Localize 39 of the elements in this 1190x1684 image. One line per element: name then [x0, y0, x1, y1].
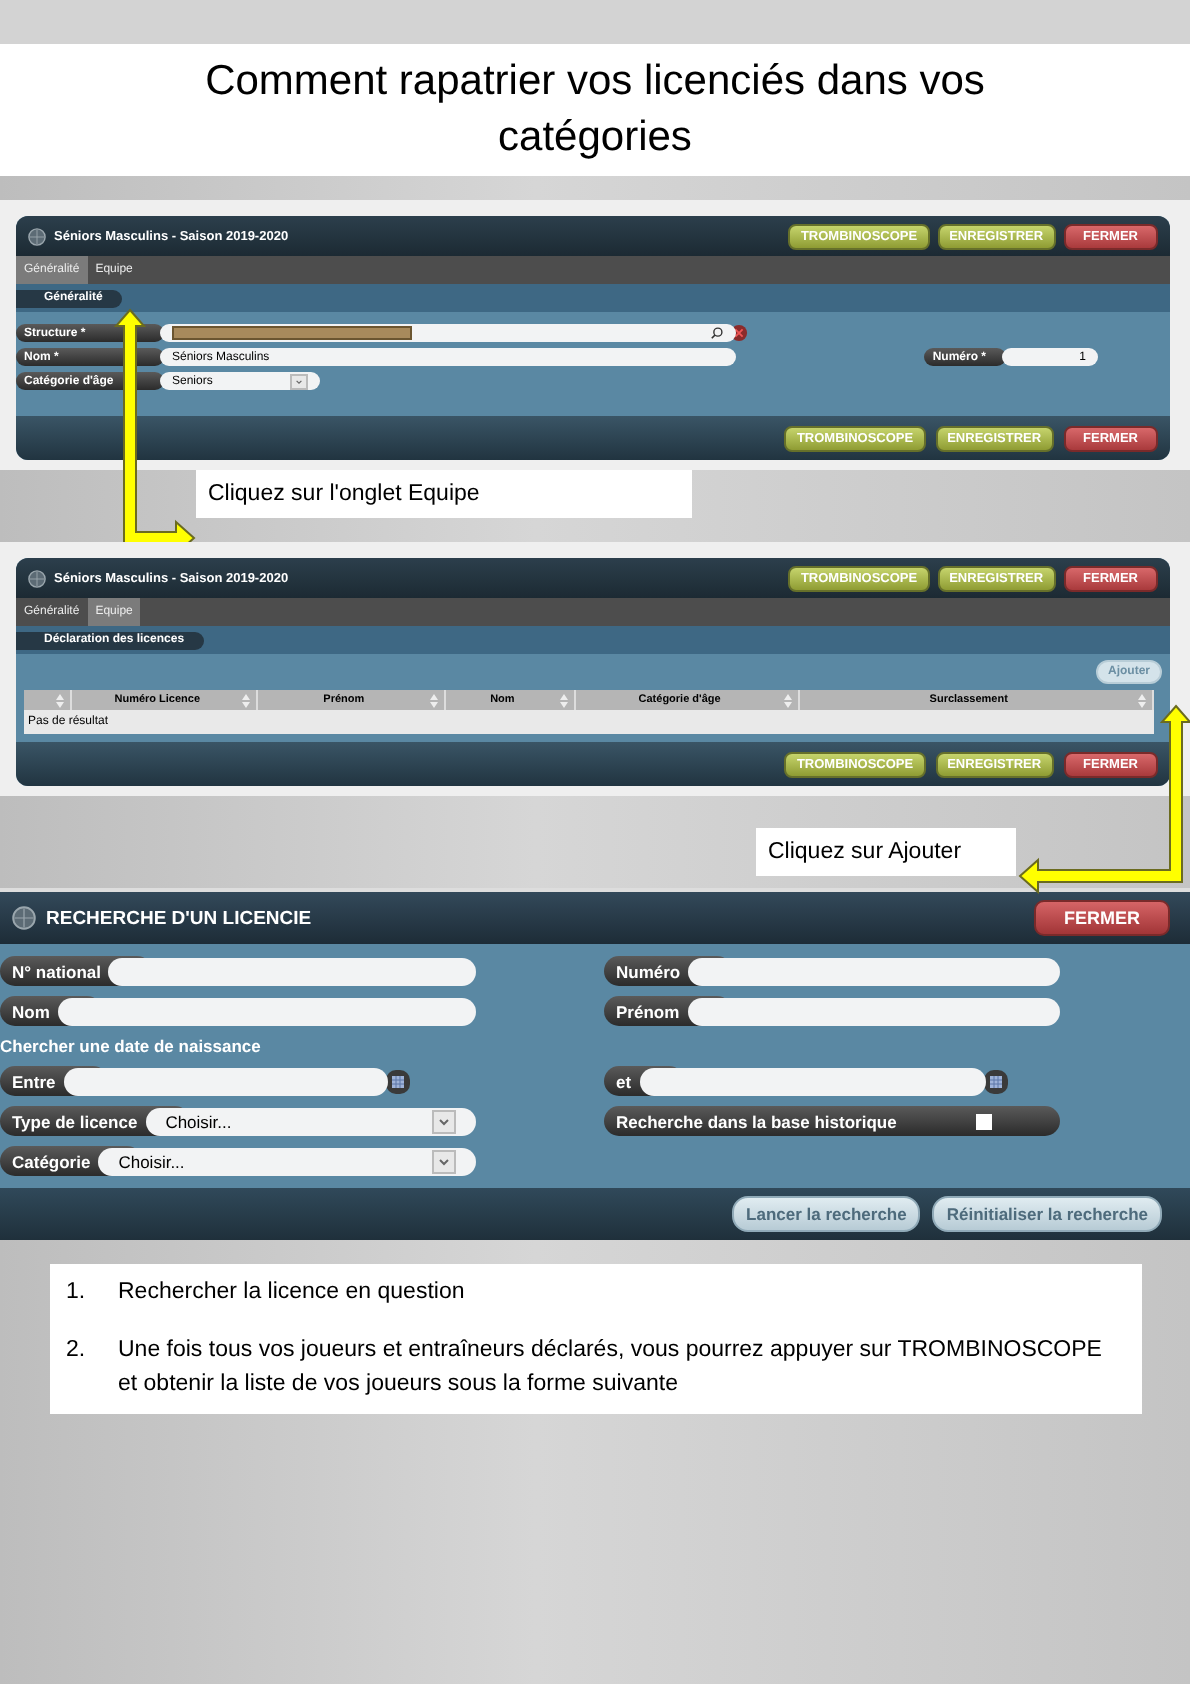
globe-icon [28, 227, 46, 245]
input-field[interactable] [687, 997, 1060, 1025]
search-icon[interactable] [710, 326, 724, 340]
caret-icon[interactable] [432, 1149, 456, 1173]
checkbox[interactable] [976, 1113, 992, 1129]
globe-icon [12, 906, 36, 930]
date-field[interactable] [63, 1067, 388, 1095]
sort-icon[interactable] [1137, 693, 1146, 707]
page-title: Comment rapatrier vos licenciés dans vos catégories [0, 44, 1190, 176]
search-button[interactable]: Réinitialiser la recherche [932, 1196, 1162, 1232]
input-field[interactable] [57, 997, 476, 1025]
list-number: 2. [66, 1336, 88, 1366]
list-number: 1. [66, 1278, 88, 1308]
section-heading: Chercher une date de naissance [0, 1036, 263, 1056]
input-field[interactable] [688, 957, 1060, 985]
instruction-text: Rechercher la licence en question [118, 1278, 465, 1308]
close-button[interactable]: FERMER [1034, 900, 1170, 936]
select-field[interactable]: Choisir... [98, 1147, 476, 1175]
clear-icon[interactable] [730, 324, 748, 342]
search-button[interactable]: Lancer la recherche [732, 1196, 921, 1232]
sort-icon[interactable] [56, 693, 64, 707]
input-field[interactable] [108, 957, 476, 985]
input-field[interactable] [160, 324, 736, 342]
dialog-title: RECHERCHE D'UN LICENCIE [46, 907, 312, 929]
select-field[interactable]: Choisir... [145, 1107, 476, 1135]
sort-icon[interactable] [783, 693, 792, 707]
globe-icon [28, 569, 46, 587]
instruction-text: Une fois tous vos joueurs et entraîneurs déclarés, vous pourrez appuyer sur TROMBINOSCOPE et obtenir la liste de vos joueurs sous la forme suivante [118, 1336, 1102, 1400]
sort-icon[interactable] [242, 693, 251, 707]
caret-icon[interactable] [290, 373, 308, 389]
date-field[interactable] [639, 1067, 986, 1095]
callout-text: Cliquez sur l'onglet Equipe [196, 470, 692, 518]
callout-text: Cliquez sur Ajouter [756, 828, 1016, 876]
calendar-icon[interactable] [984, 1067, 1008, 1095]
checkbox-field[interactable]: Recherche dans la base historique [604, 1106, 1060, 1136]
sort-icon[interactable] [429, 693, 438, 707]
sort-icon[interactable] [559, 693, 568, 707]
caret-icon[interactable] [432, 1109, 456, 1133]
calendar-icon[interactable] [386, 1067, 410, 1095]
